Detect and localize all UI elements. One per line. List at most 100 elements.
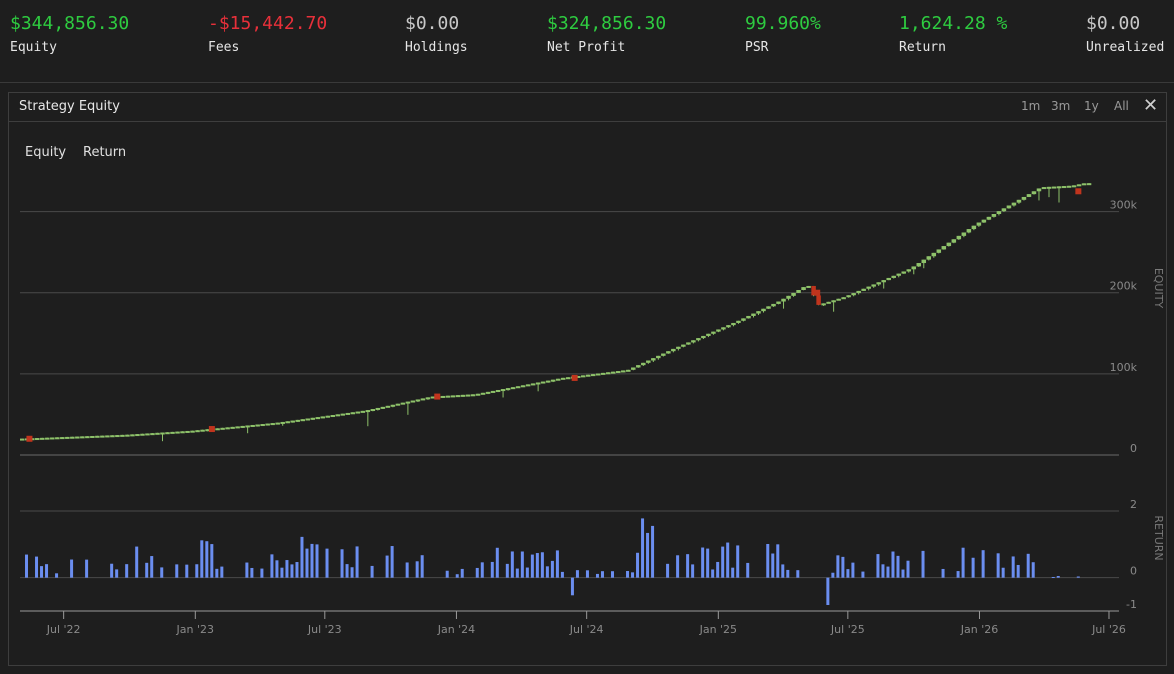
return-bar: [85, 559, 89, 578]
equity-candle: [495, 389, 501, 392]
equity-candle: [505, 388, 511, 391]
equity-candle: [991, 214, 997, 217]
equity-candle: [826, 301, 831, 304]
return-bar: [1016, 564, 1020, 578]
return-bar: [35, 556, 39, 578]
equity-candle: [65, 436, 70, 439]
equity-candle: [986, 216, 992, 220]
equity-candle: [20, 438, 25, 441]
equity-candle: [1026, 194, 1032, 197]
return-bar: [125, 564, 129, 578]
equity-candle: [160, 432, 165, 435]
stat-equity: $344,856.30 Equity: [10, 12, 129, 55]
stat-value: $324,856.30: [547, 13, 667, 34]
equity-candle: [821, 303, 826, 306]
equity-candle: [741, 318, 746, 321]
equity-candle: [370, 409, 376, 412]
return-bar: [996, 553, 1000, 578]
equity-candle: [951, 239, 957, 243]
equity-down-candle: [26, 435, 33, 442]
stat-value: 99.960%: [745, 13, 821, 34]
equity-down-candle: [571, 374, 578, 381]
equity-candle: [696, 338, 701, 341]
equity-candle: [540, 381, 546, 384]
equity-candle: [170, 431, 175, 434]
equity-candle: [275, 422, 280, 425]
equity-candle: [981, 219, 987, 223]
return-bar: [25, 554, 29, 578]
return-bar: [721, 546, 725, 578]
return-bar: [686, 554, 690, 578]
return-bar: [1011, 556, 1015, 578]
stat-label: Equity: [10, 40, 57, 55]
return-bar: [310, 543, 314, 578]
return-bar: [716, 561, 720, 578]
equity-candle: [966, 229, 972, 233]
return-bar: [460, 568, 464, 578]
equity-candle: [1086, 183, 1092, 186]
equity-candle: [100, 435, 105, 438]
equity-candle: [1056, 186, 1062, 189]
return-bar: [415, 561, 419, 578]
equity-candle: [175, 431, 180, 434]
equity-candle: [921, 259, 927, 264]
return-bar: [525, 567, 529, 578]
chart-canvas: 0 100k 200k 300k EQUITY -1 0 2 RETURN Jul '22 Jan …: [20, 183, 1165, 636]
return-bar: [781, 564, 785, 578]
equity-candle: [971, 225, 977, 230]
equity-candle: [445, 395, 451, 398]
equity-candle: [976, 222, 982, 226]
return-bar: [831, 572, 835, 578]
equity-candle: [786, 295, 791, 299]
equity-candle: [150, 433, 155, 436]
equity-candle: [530, 383, 536, 386]
equity-candle: [105, 435, 110, 438]
equity-candle: [520, 385, 526, 388]
return-bar: [971, 557, 975, 578]
equity-candle: [636, 365, 641, 368]
return-bar: [896, 555, 900, 578]
return-bar: [300, 536, 304, 578]
return-bar: [631, 572, 635, 578]
equity-down-candle: [1075, 188, 1082, 195]
equity-candle: [135, 434, 140, 437]
equity-candle: [300, 419, 305, 422]
equity-candle: [666, 351, 671, 354]
equity-candle: [776, 301, 781, 304]
return-bar: [771, 553, 775, 578]
stat-fees: -$15,442.70 Fees: [208, 12, 327, 55]
equity-candle: [641, 362, 646, 366]
stat-value: $0.00: [405, 13, 460, 34]
equity-candle: [996, 211, 1002, 215]
return-bar: [135, 546, 139, 578]
return-bar: [290, 564, 294, 578]
equity-candle: [40, 437, 45, 440]
return-bar: [746, 562, 750, 578]
return-bar: [145, 562, 149, 578]
return-bar: [600, 571, 604, 578]
equity-candle: [385, 405, 391, 408]
stat-value: -$15,442.70: [208, 13, 328, 34]
return-bar: [876, 554, 880, 578]
equity-candle: [455, 395, 461, 398]
equity-candle: [545, 380, 551, 383]
equity-candle: [420, 398, 426, 401]
return-bar: [355, 546, 359, 578]
return-bar: [205, 541, 209, 578]
return-bar: [260, 568, 264, 578]
equity-candle: [415, 399, 421, 402]
equity-candle: [881, 280, 886, 283]
return-bar: [901, 569, 905, 578]
return-bar: [195, 564, 199, 578]
equity-candle: [916, 263, 922, 267]
return-tick-label: -1: [1126, 598, 1137, 611]
stat-value: $0.00: [1086, 13, 1141, 34]
return-bar: [941, 568, 945, 578]
return-bar: [595, 573, 599, 578]
equity-candle: [230, 426, 235, 429]
equity-candle: [490, 390, 496, 393]
return-bar: [1001, 567, 1005, 578]
equity-candle: [35, 438, 40, 441]
stat-return: 1,624.28 % Return: [899, 12, 1007, 55]
return-tick-label: 0: [1130, 565, 1137, 578]
